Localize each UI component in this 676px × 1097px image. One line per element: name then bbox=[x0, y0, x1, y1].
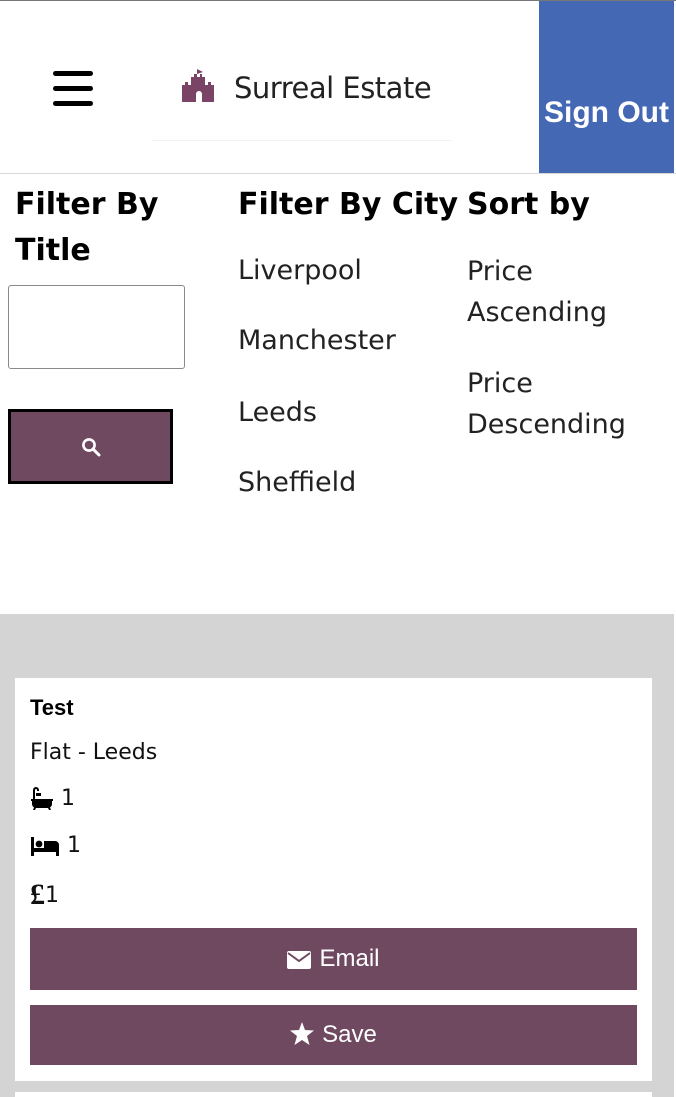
listings-section: Test Flat - Leeds 1 1 £1 Email Save bbox=[0, 614, 674, 1097]
site-header: Surreal Estate Sign Out bbox=[0, 1, 676, 173]
hamburger-bar bbox=[53, 86, 93, 91]
sort-price-ascending[interactable]: Price Ascending bbox=[467, 251, 667, 333]
sort-price-descending[interactable]: Price Descending bbox=[467, 363, 667, 445]
search-icon bbox=[82, 438, 101, 457]
hamburger-bar bbox=[53, 101, 93, 106]
bedrooms-count: 1 bbox=[67, 833, 81, 858]
sort-by-heading: Sort by bbox=[467, 187, 590, 222]
save-button[interactable]: Save bbox=[30, 1005, 637, 1065]
city-link-sheffield[interactable]: Sheffield bbox=[238, 465, 356, 501]
bedrooms-row: 1 bbox=[30, 833, 81, 858]
property-type-city: Flat - Leeds bbox=[30, 740, 158, 765]
next-property-card bbox=[15, 1092, 652, 1097]
hamburger-icon[interactable] bbox=[53, 71, 93, 107]
city-link-manchester[interactable]: Manchester bbox=[238, 323, 396, 359]
bathrooms-count: 1 bbox=[61, 786, 75, 811]
bathrooms-row: 1 bbox=[30, 786, 75, 811]
city-link-liverpool[interactable]: Liverpool bbox=[238, 253, 362, 289]
search-button[interactable] bbox=[8, 409, 173, 484]
pound-sign: £ bbox=[30, 878, 45, 911]
castle-icon bbox=[182, 69, 214, 102]
email-button-label: Email bbox=[319, 945, 380, 972]
property-price: 1 bbox=[45, 883, 59, 908]
price-row: £1 bbox=[30, 878, 59, 912]
bed-icon bbox=[31, 837, 59, 856]
title-search-input[interactable] bbox=[8, 285, 185, 369]
property-title: Test bbox=[30, 695, 74, 720]
city-link-leeds[interactable]: Leeds bbox=[238, 395, 317, 431]
bath-icon bbox=[31, 787, 53, 810]
star-icon bbox=[290, 1022, 315, 1045]
filter-panel: Filter By Title Filter By City Liverpool… bbox=[0, 174, 676, 614]
property-card: Test Flat - Leeds 1 1 £1 Email Save bbox=[15, 678, 652, 1081]
email-button[interactable]: Email bbox=[30, 928, 637, 990]
logo[interactable]: Surreal Estate bbox=[152, 51, 452, 141]
hamburger-bar bbox=[53, 71, 93, 76]
save-button-label: Save bbox=[322, 1021, 377, 1048]
filter-city-heading: Filter By City bbox=[238, 187, 459, 222]
sign-out-button[interactable]: Sign Out bbox=[539, 1, 674, 173]
logo-text: Surreal Estate bbox=[234, 71, 432, 105]
envelope-icon bbox=[287, 951, 312, 969]
filter-title-heading: Filter By Title bbox=[15, 187, 159, 268]
